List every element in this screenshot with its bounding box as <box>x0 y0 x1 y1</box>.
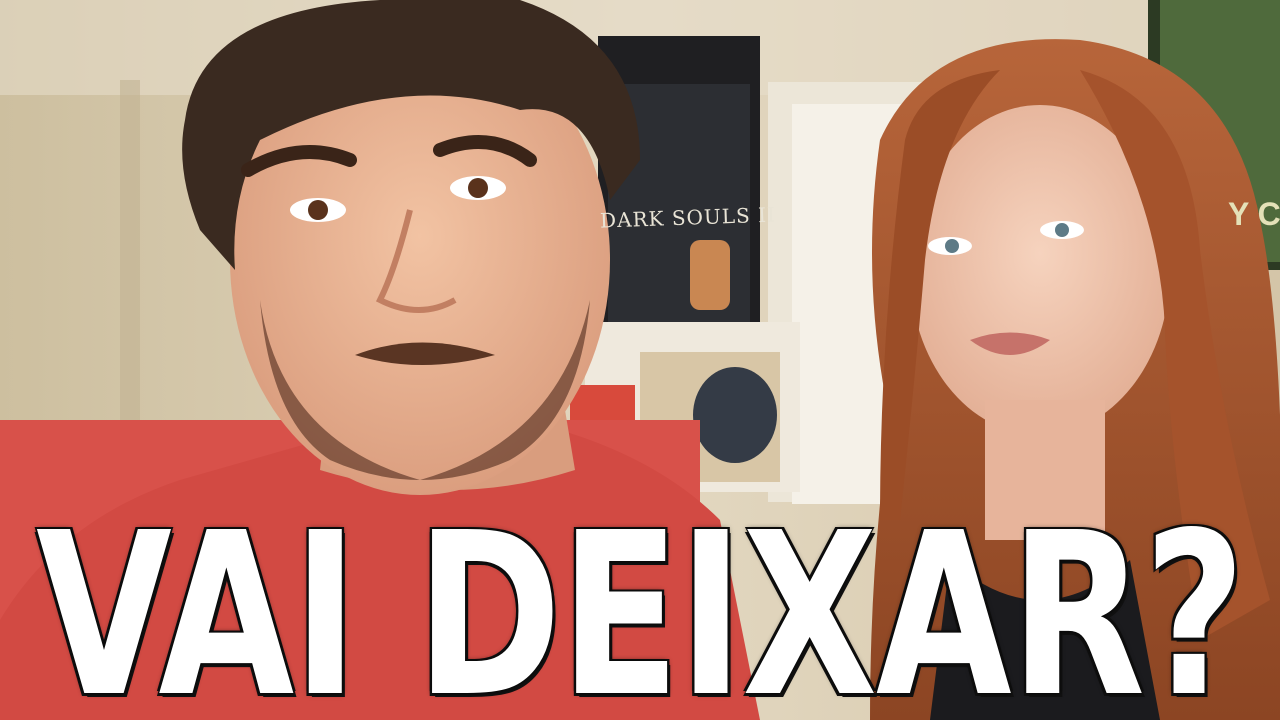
plush-toy <box>693 367 777 463</box>
poster2-title: Y C <box>1228 196 1280 232</box>
woman-pupil-right <box>1055 223 1069 237</box>
man-pupil-left <box>308 200 328 220</box>
woman-pupil-left <box>945 239 959 253</box>
man-pupil-right <box>468 178 488 198</box>
thumbnail-caption: VAI DEIXAR? <box>36 485 1245 720</box>
figurine <box>690 240 730 310</box>
thumbnail-scene: DARK SOULS II Y C VAI DEIXAR? <box>0 0 1280 720</box>
